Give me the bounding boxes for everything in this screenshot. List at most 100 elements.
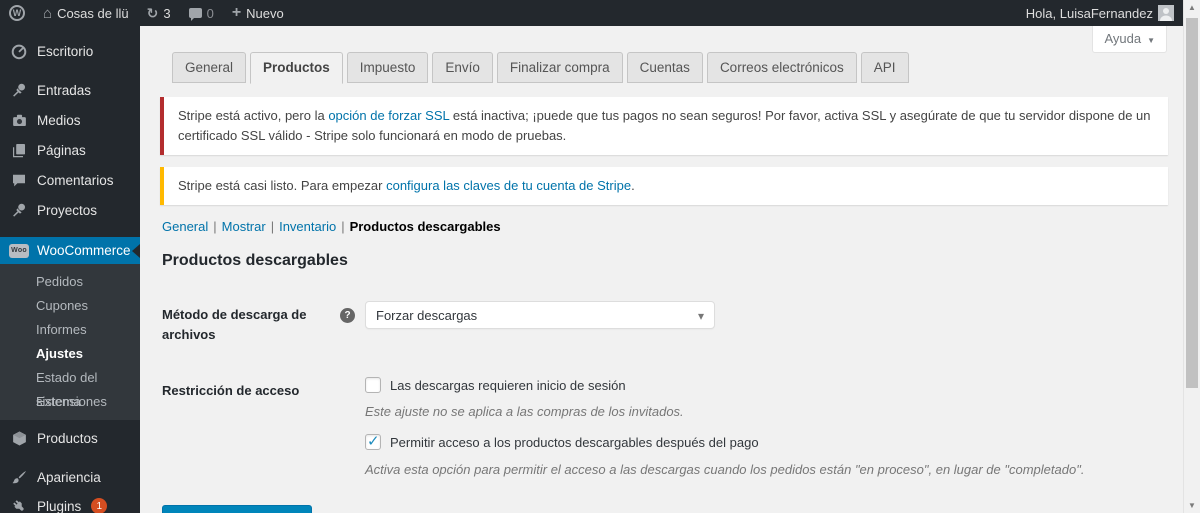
grant-access-option: Permitir acceso a los productos descarga… — [365, 432, 1183, 451]
sidebar-item-proyectos[interactable]: Proyectos — [0, 195, 140, 225]
pin-icon — [9, 202, 29, 219]
chevron-down-icon — [1147, 31, 1155, 46]
home-icon — [43, 6, 52, 21]
subnav-separator: | — [341, 219, 345, 235]
help-button[interactable]: Ayuda — [1092, 26, 1167, 53]
sidebar-item-label: WooCommerce — [37, 243, 131, 258]
download-method-label: Método de descarga de archivos — [162, 307, 307, 342]
updates-icon — [147, 6, 159, 20]
sidebar-item-label: Escritorio — [37, 43, 94, 59]
sidebar-item-paginas[interactable]: Páginas — [0, 135, 140, 165]
sidebar-item-label: Proyectos — [37, 202, 98, 218]
access-restriction-label: Restricción de acceso — [162, 383, 300, 399]
save-changes-button[interactable]: Guardar los cambios — [162, 505, 312, 513]
help-button-label: Ayuda — [1104, 31, 1142, 46]
tab-productos[interactable]: Productos — [250, 52, 343, 84]
tab-correos-electronicos[interactable]: Correos electrónicos — [706, 52, 857, 83]
comments-count: 0 — [206, 5, 214, 21]
admin-bar: W Cosas de llü 3 0 Nuevo Hola, LuisaFern… — [0, 0, 1183, 26]
tab-general[interactable]: General — [172, 52, 247, 83]
pages-icon — [9, 142, 29, 158]
submenu-item-ajustes[interactable]: Ajustes — [0, 342, 140, 366]
grant-access-checkbox[interactable] — [365, 432, 381, 451]
settings-tabs: General Productos Impuesto Envío Finaliz… — [172, 52, 1183, 84]
access-restriction-row: Restricción de acceso Las descargas requ… — [140, 377, 1183, 477]
download-method-value: Forzar descargas — [376, 307, 478, 323]
subnav-link-inventario[interactable]: Inventario — [279, 219, 336, 234]
sidebar-item-entradas[interactable]: Entradas — [0, 75, 140, 105]
scroll-down-icon[interactable] — [1184, 501, 1200, 510]
account-greeting: Hola, LuisaFernandez — [1025, 5, 1153, 21]
plus-icon — [232, 5, 241, 21]
submenu-item-estado-del-sistema[interactable]: Estado del sistema — [0, 366, 140, 409]
sidebar-item-productos[interactable]: Productos — [0, 424, 140, 452]
sidebar-item-comentarios[interactable]: Comentarios — [0, 165, 140, 195]
tab-cuentas[interactable]: Cuentas — [626, 52, 703, 83]
wordpress-logo-icon: W — [9, 5, 25, 21]
notice-text: Stripe está activo, pero la — [178, 108, 329, 123]
help-tip-icon[interactable]: ? — [340, 308, 355, 324]
grant-access-label[interactable]: Permitir acceso a los productos descarga… — [390, 435, 759, 450]
new-content-menu[interactable]: Nuevo — [223, 0, 293, 26]
admin-sidebar: Escritorio Entradas Medios Páginas Comen… — [0, 26, 140, 513]
sidebar-item-apariencia[interactable]: Apariencia — [0, 463, 140, 491]
login-required-label[interactable]: Las descargas requieren inicio de sesión — [390, 378, 626, 393]
sidebar-item-label: Plugins — [37, 498, 82, 513]
sidebar-item-label: Entradas — [37, 82, 92, 98]
subnav-current-productos-descargables: Productos descargables — [349, 219, 501, 235]
grant-access-description: Activa esta opción para permitir el acce… — [365, 462, 1085, 478]
woocommerce-submenu: Pedidos Cupones Informes Ajustes Estado … — [0, 264, 140, 420]
avatar — [1158, 5, 1174, 21]
updates-count: 3 — [163, 5, 171, 21]
comments-link[interactable]: 0 — [180, 0, 223, 26]
submenu-item-extensiones[interactable]: Extensiones — [0, 390, 140, 414]
sidebar-item-medios[interactable]: Medios — [0, 105, 140, 135]
submenu-item-cupones[interactable]: Cupones — [0, 294, 140, 318]
wordpress-logo-menu[interactable]: W — [0, 0, 34, 26]
ssl-warning-notice: Stripe está activo, pero la opción de fo… — [160, 97, 1168, 156]
sidebar-item-label: Páginas — [37, 142, 86, 158]
tab-impuesto[interactable]: Impuesto — [346, 52, 429, 83]
stripe-keys-link[interactable]: configura las claves de tu cuenta de Str… — [386, 178, 631, 193]
pin-icon — [9, 82, 29, 99]
subnav-link-general[interactable]: General — [162, 219, 208, 234]
comment-icon — [9, 172, 29, 188]
updates-link[interactable]: 3 — [138, 0, 180, 26]
site-name-link[interactable]: Cosas de llü — [34, 0, 138, 26]
browser-scrollbar[interactable] — [1183, 0, 1200, 513]
subnav-separator: | — [270, 219, 275, 235]
force-ssl-link[interactable]: opción de forzar SSL — [328, 108, 449, 123]
comments-icon — [188, 8, 202, 21]
sidebar-item-label: Comentarios — [37, 172, 114, 188]
sidebar-item-woocommerce[interactable]: Woo WooCommerce — [0, 237, 140, 264]
login-required-checkbox[interactable] — [365, 377, 381, 394]
products-box-icon — [9, 430, 29, 447]
tab-envio[interactable]: Envío — [432, 52, 493, 83]
page-title: Productos descargables — [162, 252, 348, 270]
sidebar-item-label: Apariencia — [37, 469, 101, 485]
notice-text: . — [631, 178, 635, 194]
scroll-up-icon[interactable] — [1184, 3, 1200, 12]
sidebar-item-plugins[interactable]: Plugins 1 — [0, 491, 140, 513]
account-menu[interactable]: Hola, LuisaFernandez — [1017, 0, 1183, 26]
submenu-item-pedidos[interactable]: Pedidos — [0, 270, 140, 294]
notice-text: Stripe está casi listo. Para empezar — [178, 178, 387, 194]
plugins-update-badge: 1 — [91, 498, 108, 513]
woocommerce-icon: Woo — [9, 243, 29, 258]
download-method-select[interactable]: Forzar descargas — [365, 301, 715, 330]
sidebar-item-escritorio[interactable]: Escritorio — [0, 34, 140, 68]
new-label: Nuevo — [246, 5, 284, 21]
subnav-separator: | — [213, 219, 217, 235]
downloadable-products-form: Método de descarga de archivos ? Forzar … — [140, 301, 1183, 513]
settings-page: Ayuda General Productos Impuesto Envío F… — [140, 26, 1183, 513]
submenu-item-informes[interactable]: Informes — [0, 318, 140, 342]
site-name: Cosas de llü — [57, 5, 129, 21]
stripe-setup-notice: Stripe está casi listo. Para empezar con… — [160, 167, 1168, 206]
scrollbar-thumb[interactable] — [1186, 18, 1198, 388]
download-method-row: Método de descarga de archivos ? Forzar … — [140, 301, 1183, 344]
tab-finalizar-compra[interactable]: Finalizar compra — [496, 52, 623, 83]
tab-api[interactable]: API — [860, 52, 909, 83]
login-required-description: Este ajuste no se aplica a las compras d… — [365, 404, 684, 420]
plugin-icon — [9, 498, 29, 513]
subnav-link-mostrar[interactable]: Mostrar — [222, 219, 266, 234]
